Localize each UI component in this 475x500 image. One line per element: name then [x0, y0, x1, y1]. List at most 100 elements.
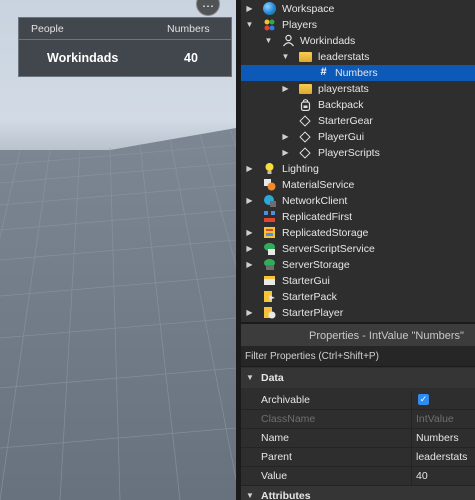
property-row-parent[interactable]: Parent leaderstats: [241, 448, 475, 467]
category-attributes[interactable]: ▼ Attributes: [241, 486, 475, 500]
property-row-classname: ClassName IntValue: [241, 410, 475, 429]
explorer-item-label: ReplicatedFirst: [282, 211, 353, 223]
diamond-icon: [299, 131, 311, 143]
leaderboard-player-value: 40: [184, 51, 198, 65]
players-icon: [264, 19, 275, 31]
explorer-item-startergui[interactable]: StarterGui: [241, 273, 475, 289]
player-user-icon: [283, 34, 294, 47]
property-name: ClassName: [261, 413, 316, 425]
explorer-item-replicatedstorage[interactable]: ▶ ReplicatedStorage: [241, 225, 475, 241]
expand-arrow-icon[interactable]: ▶: [281, 132, 290, 141]
explorer-item-serverscriptservice[interactable]: ▶ ServerScriptService: [241, 241, 475, 257]
server-storage-icon: [264, 259, 275, 270]
explorer-item-playerscripts[interactable]: ▶ PlayerScripts: [241, 145, 475, 161]
property-name: Value: [261, 470, 288, 482]
lighting-bulb-icon: [265, 163, 274, 174]
explorer-item-playergui[interactable]: ▶ PlayerGui: [241, 129, 475, 145]
explorer-item-label: Backpack: [318, 99, 364, 111]
expand-arrow-icon[interactable]: ▶: [245, 308, 254, 317]
column-separator: [411, 391, 412, 409]
expand-arrow-icon[interactable]: ▶: [281, 84, 290, 93]
explorer-item-playerstats[interactable]: ▶ playerstats: [241, 81, 475, 97]
properties-title-bar[interactable]: Properties - IntValue "Numbers": [241, 322, 475, 346]
explorer-item-players[interactable]: ▼ Players: [241, 17, 475, 33]
explorer-item-label: leaderstats: [318, 51, 370, 63]
leaderboard-col-numbers: Numbers: [167, 23, 210, 35]
explorer-item-lighting[interactable]: ▶ Lighting: [241, 161, 475, 177]
explorer-item-label: PlayerGui: [318, 131, 365, 143]
explorer-item-label: PlayerScripts: [318, 147, 380, 159]
explorer-item-workspace[interactable]: ▶ Workspace: [241, 1, 475, 17]
explorer-item-label: MaterialService: [282, 179, 355, 191]
explorer-item-starterplayer[interactable]: ▶ StarterPlayer: [241, 305, 475, 321]
leaderboard-header: People Numbers: [19, 18, 231, 40]
game-viewport[interactable]: ⋯ People Numbers Workindads 40: [0, 0, 236, 500]
collapse-arrow-icon[interactable]: ▼: [245, 20, 254, 29]
collapse-arrow-icon[interactable]: ▼: [281, 52, 290, 61]
properties-panel: Properties - IntValue "Numbers" ▼ Data A…: [241, 322, 475, 500]
explorer-item-leaderstats[interactable]: ▼ leaderstats: [241, 49, 475, 65]
expand-arrow-icon[interactable]: ▶: [245, 196, 254, 205]
property-value-field[interactable]: Numbers: [416, 432, 459, 444]
explorer-item-starterpack[interactable]: StarterPack: [241, 289, 475, 305]
property-row-value[interactable]: Value 40: [241, 467, 475, 486]
explorer-item-label: StarterGui: [282, 275, 330, 287]
properties-title: Properties - IntValue "Numbers": [309, 330, 464, 342]
leaderboard-col-people: People: [31, 23, 64, 35]
starter-player-icon: [264, 307, 276, 319]
collapse-arrow-icon[interactable]: ▼: [246, 373, 254, 382]
filter-properties-input[interactable]: [245, 349, 471, 364]
explorer-item-label: ServerScriptService: [282, 243, 375, 255]
explorer-item-label: ServerStorage: [282, 259, 350, 271]
column-separator: [411, 410, 412, 428]
collapse-arrow-icon[interactable]: ▼: [246, 491, 254, 500]
explorer-item-materialservice[interactable]: MaterialService: [241, 177, 475, 193]
explorer-item-backpack[interactable]: Backpack: [241, 97, 475, 113]
explorer-item-label: NetworkClient: [282, 195, 348, 207]
explorer-item-workindads[interactable]: ▼ Workindads: [241, 33, 475, 49]
column-separator: [411, 429, 412, 447]
collapse-arrow-icon[interactable]: ▼: [264, 36, 273, 45]
material-service-icon: [264, 179, 276, 191]
explorer-item-numbers[interactable]: # Numbers: [241, 65, 475, 81]
explorer-item-serverstorage[interactable]: ▶ ServerStorage: [241, 257, 475, 273]
diamond-icon: [299, 147, 311, 159]
property-name: Parent: [261, 451, 292, 463]
explorer-item-replicatedfirst[interactable]: ReplicatedFirst: [241, 209, 475, 225]
expand-arrow-icon[interactable]: ▶: [245, 164, 254, 173]
property-value-field[interactable]: 40: [416, 470, 428, 482]
explorer-item-label: Players: [282, 19, 318, 31]
explorer-item-label: StarterGear: [318, 115, 373, 127]
explorer-item-label: Workspace: [282, 3, 335, 15]
category-label: Attributes: [261, 490, 311, 500]
expand-arrow-icon[interactable]: ▶: [245, 244, 254, 253]
expand-arrow-icon[interactable]: ▶: [281, 148, 290, 157]
property-name: Name: [261, 432, 290, 444]
starter-pack-icon: [264, 291, 275, 302]
intvalue-hash-icon: #: [320, 66, 327, 78]
explorer-item-label: StarterPack: [282, 291, 337, 303]
replicated-first-icon: [264, 211, 275, 222]
explorer-item-startergear[interactable]: StarterGear: [241, 113, 475, 129]
property-row-archivable[interactable]: Archivable ✓: [241, 391, 475, 410]
expand-arrow-icon[interactable]: ▶: [245, 4, 254, 13]
category-data[interactable]: ▼ Data: [241, 368, 475, 388]
explorer-item-label: playerstats: [318, 83, 369, 95]
folder-icon: [299, 84, 312, 94]
properties-filter: [241, 346, 475, 367]
column-separator: [411, 448, 412, 466]
leaderboard-player-name: Workindads: [47, 51, 119, 65]
expand-arrow-icon[interactable]: ▶: [245, 260, 254, 269]
expand-arrow-icon[interactable]: ▶: [245, 228, 254, 237]
archivable-checkbox[interactable]: ✓: [418, 394, 429, 405]
explorer-panel: ▶ Workspace ▼ Players ▼ Workindads ▼ lea…: [241, 0, 475, 322]
server-script-service-icon: [264, 243, 275, 255]
explorer-item-networkclient[interactable]: ▶ NetworkClient: [241, 193, 475, 209]
property-row-name[interactable]: Name Numbers: [241, 429, 475, 448]
leaderboard-row[interactable]: Workindads 40: [19, 42, 231, 76]
column-separator: [411, 467, 412, 485]
network-client-icon: [264, 195, 276, 207]
property-value-field[interactable]: leaderstats: [416, 451, 467, 463]
diamond-icon: [299, 115, 311, 127]
folder-icon: [299, 52, 312, 62]
